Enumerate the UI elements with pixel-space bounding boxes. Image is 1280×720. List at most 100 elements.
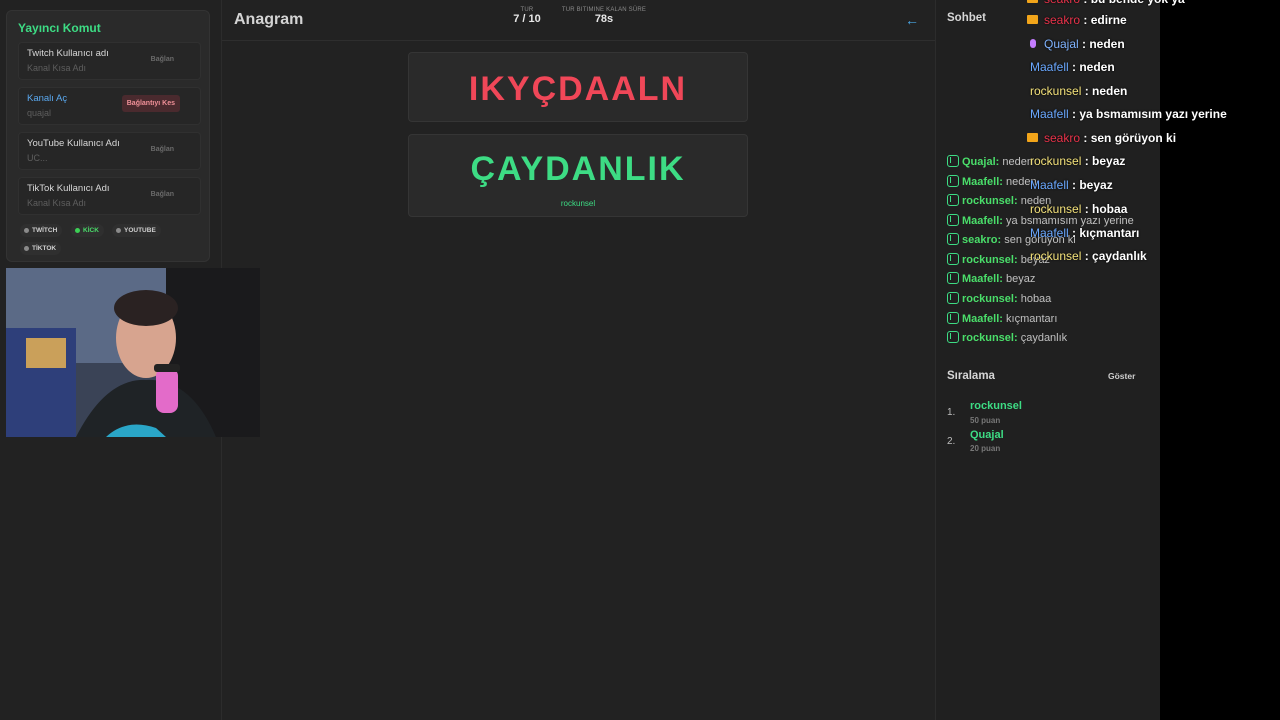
streamer-command-panel: Yayıncı Komut Twitch Kullanıcı adı Kanal…: [6, 10, 210, 262]
kick-channel-input[interactable]: quajal: [27, 108, 51, 118]
status-dot-icon: [75, 228, 80, 233]
chat-title: Sohbet: [947, 12, 986, 24]
overlay-message-text: : kıçmantarı: [1068, 226, 1140, 240]
overlay-message-text: : sen görüyon ki: [1080, 131, 1177, 145]
overlay-chat-message: rockunsel : beyaz: [1030, 154, 1125, 172]
overlay-message-text: : bu bende yok ya: [1080, 0, 1184, 6]
overlay-username: seakro: [1044, 131, 1081, 145]
overlay-chat-message: Maafell : kıçmantarı: [1030, 226, 1139, 244]
overlay-chat-message: rockunsel : hobaa: [1030, 202, 1127, 220]
answer-word: ÇAYDANLIK: [470, 150, 686, 188]
platform-badge-kick: KİCK: [71, 224, 104, 237]
page-title: Anagram: [234, 11, 304, 28]
ranking-title: Sıralama: [947, 370, 995, 382]
kick-icon: [947, 175, 959, 187]
kick-icon: [947, 214, 959, 226]
overlay-username: rockunsel: [1030, 249, 1082, 263]
crown-icon: [1027, 0, 1038, 3]
tiktok-connect-button[interactable]: Bağlan: [151, 191, 174, 198]
panel-title: Yayıncı Komut: [18, 21, 101, 35]
chat-message: Maafell: kıçmantarı: [947, 312, 1057, 330]
rank-player-name: rockunsel: [970, 400, 1022, 412]
overlay-chat-message: seakro : edirne: [1027, 13, 1127, 31]
overlay-message-text: : çaydanlık: [1081, 249, 1147, 263]
overlay-username: seakro: [1044, 13, 1081, 27]
rank-points: 20 puan: [970, 444, 1001, 453]
overlay-username: seakro: [1044, 0, 1080, 6]
overlay-message-text: : hobaa: [1081, 202, 1128, 216]
chat-message: Maafell: beyaz: [947, 272, 1035, 290]
time-value: 78s: [594, 13, 614, 25]
webcam-image: [6, 268, 260, 437]
overlay-message-text: : neden: [1068, 60, 1115, 74]
round-counter: TUR 7 / 10: [497, 7, 557, 25]
overlay-message-text: : beyaz: [1081, 154, 1126, 168]
tiktok-account-row: TikTok Kullanıcı Adı Kanal Kısa Adı Bağl…: [18, 177, 201, 215]
overlay-username: rockunsel: [1030, 202, 1082, 216]
kick-icon: [947, 194, 959, 206]
overlay-message-text: : edirne: [1080, 13, 1127, 27]
status-dot-icon: [116, 228, 121, 233]
rank-player-name: Quajal: [970, 429, 1004, 441]
back-arrow-icon[interactable]: ←: [905, 12, 919, 28]
youtube-channel-input[interactable]: UC...: [27, 153, 48, 163]
tiktok-username-label: TikTok Kullanıcı Adı: [27, 183, 110, 194]
status-dot-icon: [24, 228, 29, 233]
youtube-username-label: YouTube Kullanıcı Adı: [27, 138, 120, 149]
kick-icon: [947, 233, 959, 245]
scrambled-word: IKYÇDAALN: [468, 70, 688, 108]
time-remaining: TUR BITIMINE KALAN SÜRE 78s: [559, 7, 649, 25]
kick-icon: [947, 331, 959, 343]
overlay-chat-message: rockunsel : neden: [1030, 84, 1127, 102]
overlay-message-text: : neden: [1081, 84, 1128, 98]
overlay-chat-message: Maafell : neden: [1030, 60, 1115, 78]
rank-number: 2.: [947, 436, 956, 447]
overlay-username: Maafell: [1030, 60, 1069, 74]
rank-number: 1.: [947, 407, 956, 418]
chat-message: rockunsel: hobaa: [947, 292, 1051, 310]
platform-badge-twitch: TWİTCH: [20, 224, 63, 237]
overlay-chat-message: rockunsel : çaydanlık: [1030, 249, 1147, 267]
overlay-message-text: : beyaz: [1068, 178, 1113, 192]
overlay-chat-message: seakro : sen görüyon ki: [1027, 131, 1176, 149]
platform-badge-tiktok: TİKTOK: [20, 242, 62, 255]
overlay-chat-message: Maafell : beyaz: [1030, 178, 1113, 196]
kick-icon: [947, 292, 959, 304]
chat-message: Maafell: neden: [947, 175, 1037, 193]
youtube-connect-button[interactable]: Bağlan: [151, 146, 174, 153]
chat-message: rockunsel: çaydanlık: [947, 331, 1067, 349]
overlay-chat-message: Maafell : ya bsmamısım yazı yerine: [1030, 107, 1227, 125]
kick-account-row: Kanalı Aç quajal Bağlantıyı Kes: [18, 87, 201, 125]
overlay-username: Maafell: [1030, 178, 1069, 192]
overlay-username: Quajal: [1044, 37, 1079, 51]
show-ranking-button[interactable]: Göster: [1108, 371, 1135, 381]
platform-badge-youtube: YOUTUBE: [112, 224, 161, 237]
overlay-username: Maafell: [1030, 107, 1069, 121]
twitch-username-label: Twitch Kullanıcı adı: [27, 48, 109, 59]
overlay-message-text: : neden: [1078, 37, 1125, 51]
twitch-channel-input[interactable]: Kanal Kısa Adı: [27, 63, 86, 73]
open-channel-link[interactable]: Kanalı Aç: [27, 93, 67, 104]
chat-message: Quajal: neden: [947, 155, 1033, 173]
status-dot-icon: [24, 246, 29, 251]
twitch-connect-button[interactable]: Bağlan: [151, 56, 174, 63]
round-value: 7 / 10: [513, 13, 541, 25]
webcam-feed: [6, 268, 260, 437]
overlay-username: Maafell: [1030, 226, 1069, 240]
tiktok-channel-input[interactable]: Kanal Kısa Adı: [27, 198, 86, 208]
winner-name: rockunsel: [560, 199, 596, 208]
overlay-username: rockunsel: [1030, 154, 1082, 168]
kick-icon: [947, 253, 959, 265]
overlay-username: rockunsel: [1030, 84, 1082, 98]
disconnect-button[interactable]: Bağlantıyı Kes: [121, 95, 180, 112]
crown-icon: [1027, 15, 1038, 24]
youtube-account-row: YouTube Kullanıcı Adı UC... Bağlan: [18, 132, 201, 170]
overlay-chat-message: Quajal : neden: [1027, 37, 1125, 55]
twitch-account-row: Twitch Kullanıcı adı Kanal Kısa Adı Bağl…: [18, 42, 201, 80]
rank-points: 50 puan: [970, 416, 1001, 425]
crown-icon: [1027, 133, 1038, 142]
overlay-chat-message: seakro : bu bende yok ya: [1027, 0, 1185, 10]
kick-icon: [947, 155, 959, 167]
kick-icon: [947, 272, 959, 284]
kick-icon: [947, 312, 959, 324]
